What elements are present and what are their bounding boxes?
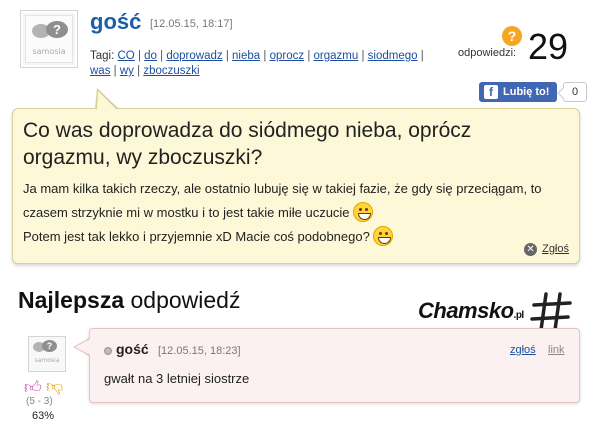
question-mark-icon: ? [502,26,522,46]
tag-link[interactable]: doprowadz [166,50,222,62]
facebook-icon: f [484,85,498,99]
tag-link[interactable]: oprocz [270,50,305,62]
answer-text: gwałt na 3 letniej siostrze [104,371,250,386]
question-bubble-icon: ? [42,340,57,352]
question-body-text: Ja mam kilka takich rzeczy, ale ostatnio… [23,181,542,220]
question-author[interactable]: gość [90,9,141,35]
like-label: Lubię to! [503,86,550,98]
bubble-tail-inner [97,91,116,109]
question-bubble-icon: ? [46,21,68,38]
vote-score: (5 - 3) [26,396,53,407]
grinning-smiley-icon [353,202,374,222]
answers-count: 29 [528,26,569,67]
question-bubble: Co was doprowadza do siódmego nieba, opr… [12,108,580,264]
logo-suffix: .pl [513,310,525,321]
tag-link[interactable]: nieba [232,50,260,62]
report-link[interactable]: ✕ Zgłoś [524,243,569,256]
answer-author-avatar[interactable]: ? samosia [28,336,66,372]
tag-link[interactable]: orgazmu [314,50,359,62]
tag-link[interactable]: zboczuszki [143,65,199,77]
answer-report-link[interactable]: zgłoś [510,344,536,356]
question-body: Ja mam kilka takich rzeczy, ale ostatnio… [23,177,553,249]
best-answer-heading: Najlepsza odpowiedź [18,287,240,314]
answers-label: odpowiedzi: [458,47,517,59]
answer-date: [12.05.15, 18:23] [158,345,241,357]
tag-list: Tagi: CO | do | doprowadz | nieba | opro… [90,50,424,77]
logo-text: Chamsko [418,298,514,323]
tags-label: Tagi: [90,50,115,62]
chamsko-logo: Chamsko.pl [418,298,524,324]
tag-link[interactable]: was [90,65,110,77]
avatar-image: ? samosia [25,15,73,63]
thumbs-up-icon[interactable]: 👍︎ [24,377,42,398]
thumbs-down-icon[interactable]: 👎︎ [46,376,63,397]
report-label: Zgłoś [542,243,569,255]
tag-link[interactable]: siodmego [368,50,418,62]
tag-link[interactable]: do [144,50,157,62]
avatar-caption: samosia [32,47,66,56]
answer-bubble-tail-inner [75,339,90,355]
facebook-like-button[interactable]: f Lubię to! [479,82,557,102]
tag-link[interactable]: wy [120,65,134,77]
question-body-text: Potem jest tak lekko i przyjemnie xD Mac… [23,229,370,244]
like-count: 0 [563,82,587,102]
grinning-smiley-icon [373,226,394,246]
close-circle-icon: ✕ [524,243,538,256]
status-dot-icon [104,347,112,355]
answer-permalink[interactable]: link [548,344,565,356]
answer-author[interactable]: gość [116,341,149,357]
page: ? samosia gość [12.05.15, 18:17] Tagi: C… [0,0,600,436]
tag-link[interactable]: CO [118,50,135,62]
question-date: [12.05.15, 18:17] [150,18,233,30]
answer-bubble: gość [12.05.15, 18:23] zgłoś link gwałt … [89,328,580,403]
best-answer-heading-rest: odpowiedź [124,287,241,313]
avatar-caption: samosia [34,357,60,364]
vote-percent: 63% [32,410,55,422]
question-title: Co was doprowadza do siódmego nieba, opr… [23,119,472,169]
author-avatar[interactable]: ? samosia [20,10,78,68]
best-answer-heading-bold: Najlepsza [18,287,125,313]
